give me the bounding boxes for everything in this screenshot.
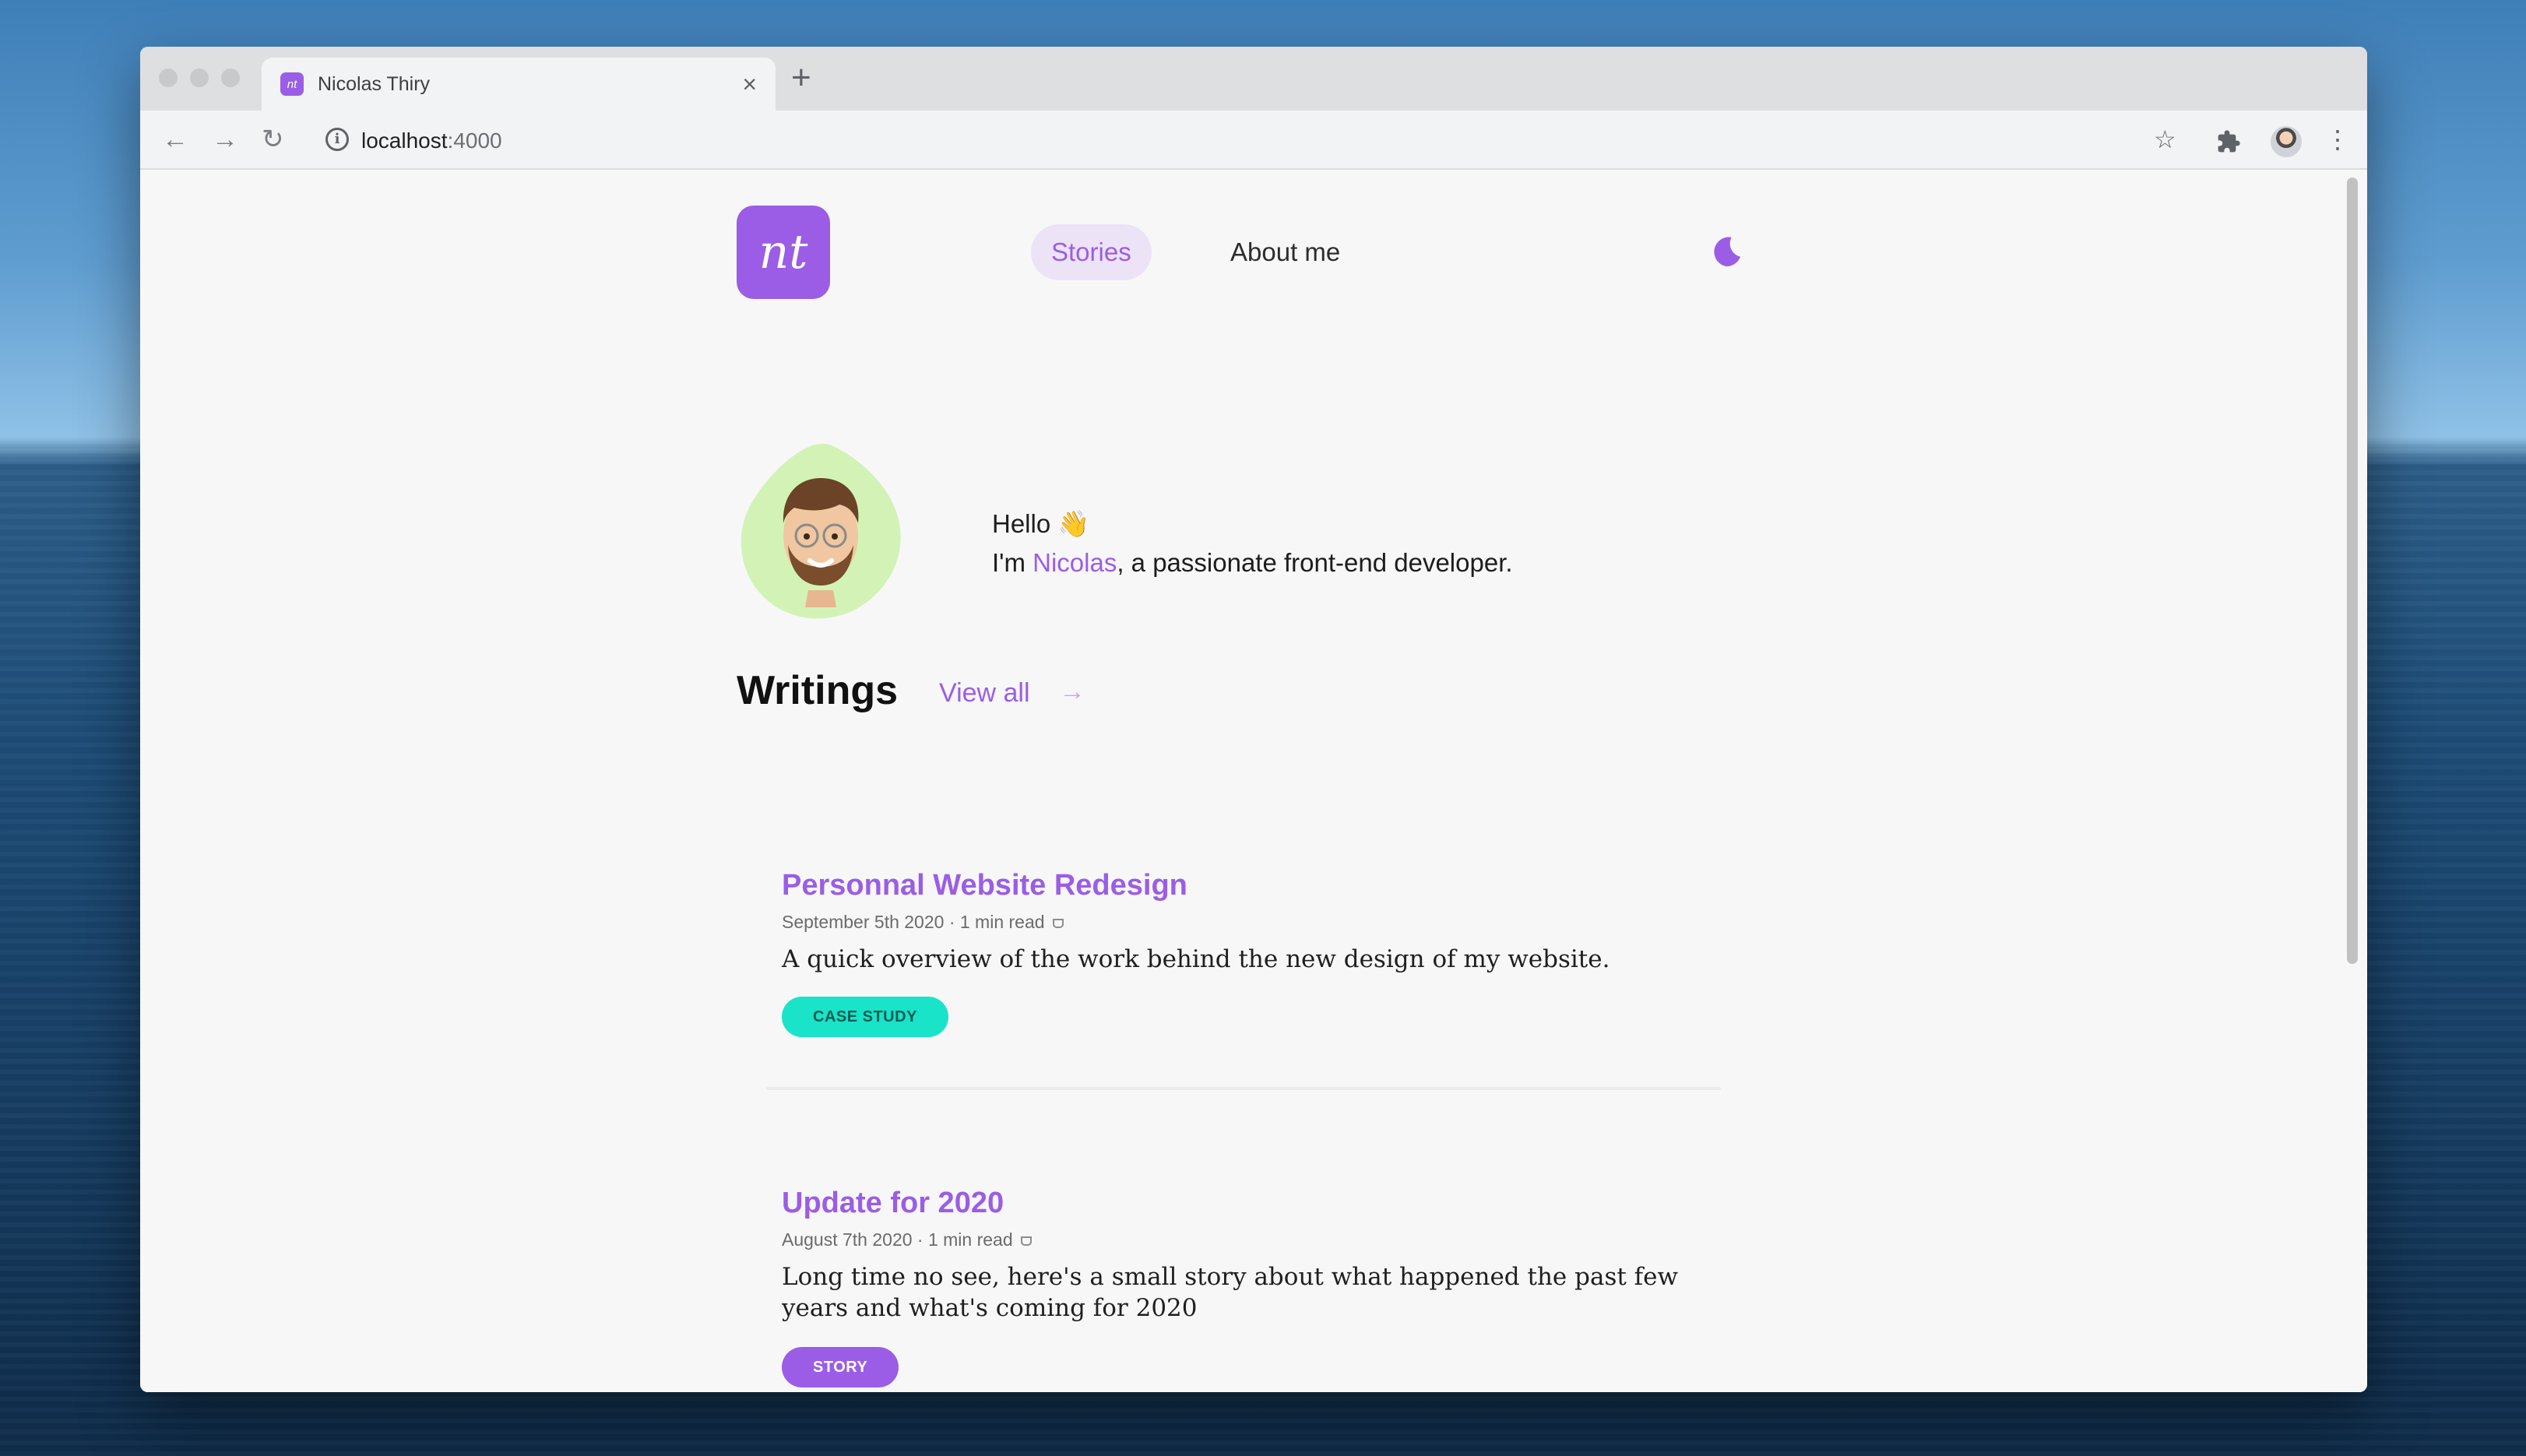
page-content: nt Stories About me Hello 👋 I'm Nicolas,…: [140, 170, 2367, 1392]
browser-tab[interactable]: nt Nicolas Thiry ×: [262, 58, 776, 111]
coffee-icon: [1020, 1236, 1032, 1246]
post-title[interactable]: Personnal Website Redesign: [782, 864, 1187, 906]
reload-icon[interactable]: ↻: [262, 121, 284, 157]
post-title[interactable]: Update for 2020: [782, 1182, 1004, 1224]
url-host: localhost: [361, 128, 448, 153]
post-divider: [766, 1087, 1721, 1090]
nav-stories[interactable]: Stories: [1031, 224, 1152, 280]
post-meta-text: September 5th 2020 · 1 min read: [782, 912, 1045, 932]
favicon-icon: nt: [280, 72, 304, 96]
close-tab-icon[interactable]: ×: [742, 72, 757, 97]
writings-heading: Writings: [737, 668, 899, 713]
memoji-avatar: [741, 443, 901, 619]
browser-window: nt Nicolas Thiry × + ← → ↻ i localhost:4…: [140, 47, 2367, 1392]
view-all-link[interactable]: View all: [939, 671, 1030, 715]
post-meta-text: August 7th 2020 · 1 min read: [782, 1229, 1013, 1250]
hero-name-link[interactable]: Nicolas: [1033, 548, 1117, 577]
browser-toolbar: ← → ↻ i localhost:4000 ☆ ⋮: [140, 111, 2367, 170]
post-meta: September 5th 2020 · 1 min read: [782, 908, 1064, 936]
url-port: :4000: [447, 128, 502, 153]
nav-about-me[interactable]: About me: [1230, 224, 1340, 280]
intro-suffix: , a passionate front-end developer.: [1117, 548, 1513, 577]
tab-title: Nicolas Thiry: [318, 72, 431, 95]
post-description: A quick overview of the work behind the …: [782, 945, 1610, 973]
star-icon[interactable]: ☆: [2154, 121, 2176, 157]
kebab-menu-icon[interactable]: ⋮: [2325, 121, 2350, 157]
back-arrow-icon[interactable]: ←: [162, 121, 188, 157]
profile-avatar[interactable]: [2271, 126, 2302, 157]
info-icon[interactable]: i: [325, 128, 349, 151]
forward-arrow-icon[interactable]: →: [212, 121, 238, 157]
new-tab-button[interactable]: +: [791, 61, 811, 95]
hero-greeting: Hello 👋: [992, 509, 1090, 538]
close-window-button[interactable]: [159, 69, 178, 87]
tag-case-study[interactable]: CASE STUDY: [782, 997, 948, 1037]
scrollbar[interactable]: [2347, 178, 2358, 964]
site-logo[interactable]: nt: [737, 206, 830, 299]
coffee-icon: [1052, 918, 1064, 928]
maximize-window-button[interactable]: [221, 69, 240, 87]
moon-icon[interactable]: [1708, 234, 1744, 269]
post-description: Long time no see, here's a small story a…: [782, 1263, 1679, 1322]
tag-story[interactable]: STORY: [782, 1347, 899, 1387]
minimize-window-button[interactable]: [190, 69, 209, 87]
post-meta: August 7th 2020 · 1 min read: [782, 1226, 1032, 1254]
address-bar[interactable]: localhost:4000: [361, 123, 502, 159]
intro-prefix: I'm: [992, 548, 1033, 577]
tab-bar: nt Nicolas Thiry × +: [140, 47, 2367, 111]
hero-intro: I'm Nicolas, a passionate front-end deve…: [992, 543, 1513, 582]
arrow-right-icon[interactable]: →: [1059, 670, 1085, 713]
puzzle-icon[interactable]: [2216, 121, 2241, 157]
